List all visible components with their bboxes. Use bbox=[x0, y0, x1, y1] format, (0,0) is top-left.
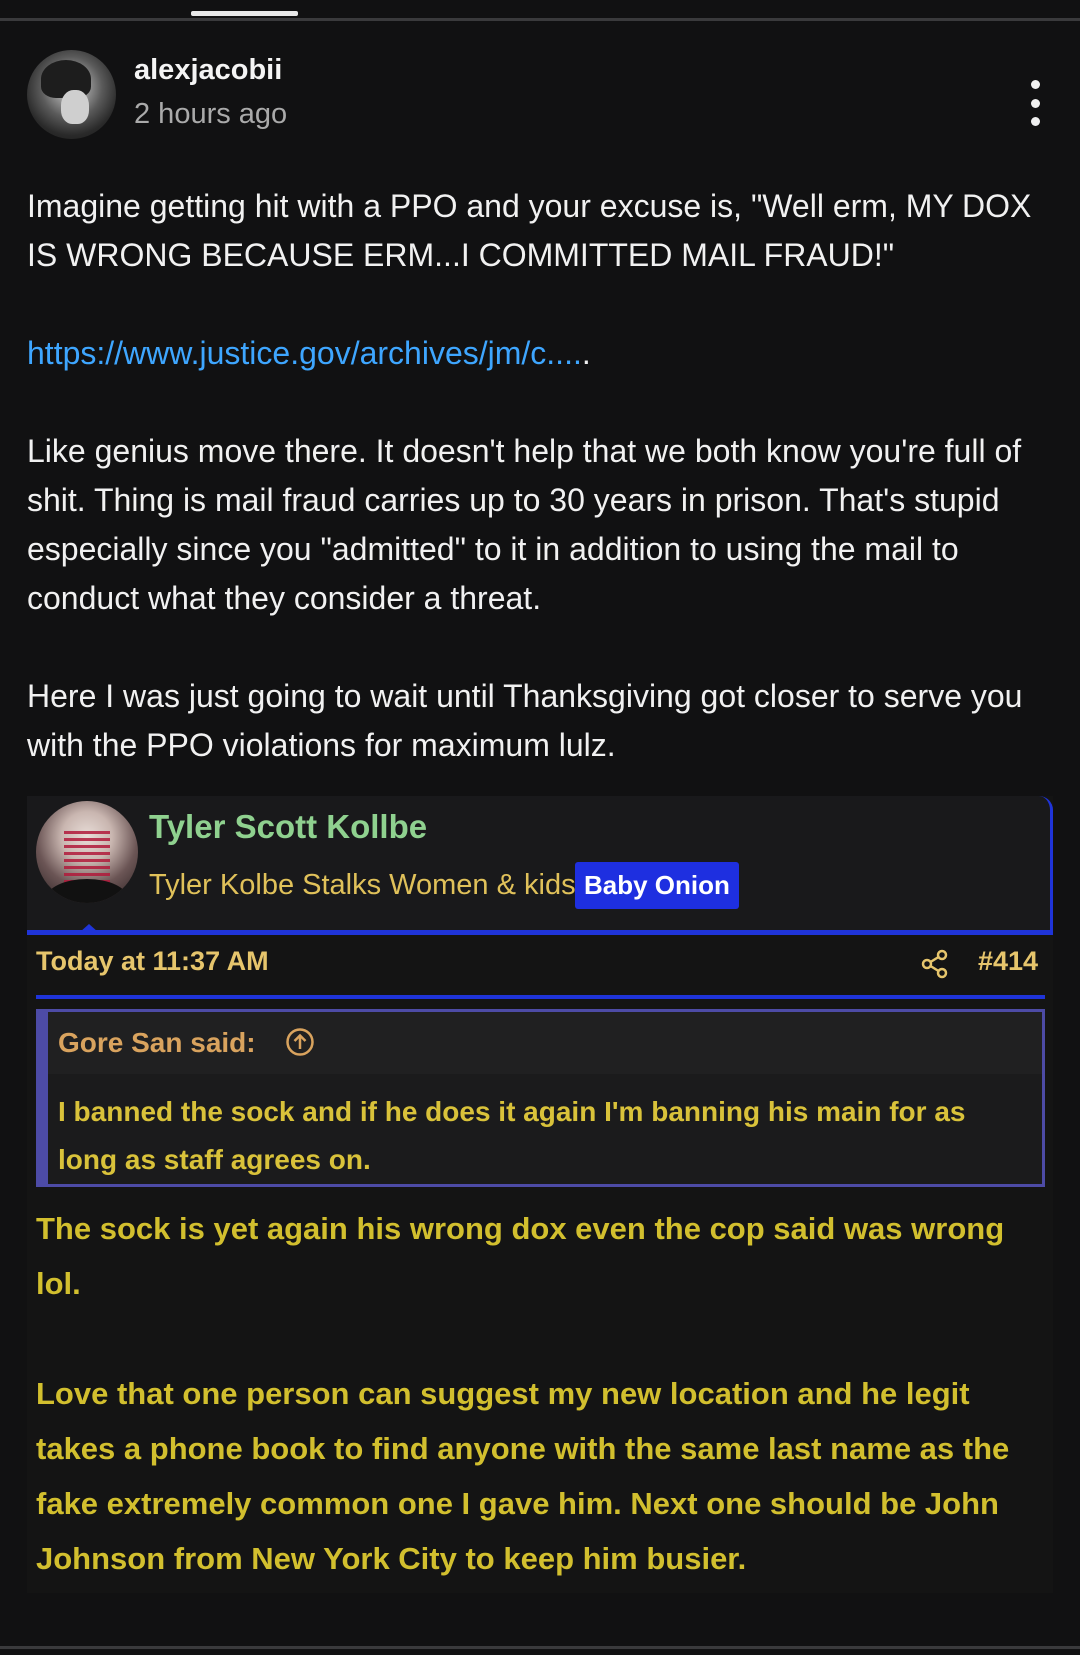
embed-avatar bbox=[36, 801, 138, 903]
embedded-screenshot[interactable]: Tyler Scott Kollbe Tyler Kolbe Stalks Wo… bbox=[27, 796, 1053, 1593]
post-link-line: https://www.justice.gov/archives/jm/c...… bbox=[27, 335, 591, 371]
embed-username: Tyler Scott Kollbe bbox=[149, 808, 428, 845]
quote-block: Gore San said: I banned the sock and if … bbox=[36, 1009, 1045, 1187]
embed-post-number: #414 bbox=[978, 946, 1039, 976]
reply-paragraph: Love that one person can suggest my new … bbox=[36, 1376, 1010, 1576]
embed-caret bbox=[80, 924, 98, 932]
quote-author: Gore San said: bbox=[58, 1027, 256, 1058]
post-link[interactable]: https://www.justice.gov/archives/jm/c...… bbox=[27, 335, 582, 371]
post-paragraph: Here I was just going to wait until Than… bbox=[27, 678, 1023, 763]
embed-reply-body: The sock is yet again his wrong dox even… bbox=[36, 1201, 1046, 1586]
post-paragraph: Imagine getting hit with a PPO and your … bbox=[27, 188, 1032, 273]
embed-user-title: Tyler Kolbe Stalks Women & kids. bbox=[149, 869, 584, 901]
post-timestamp: 2 hours ago bbox=[134, 98, 288, 130]
post-paragraph: Like genius move there. It doesn't help … bbox=[27, 433, 1022, 616]
embed-post-time: Today at 11:37 AM bbox=[36, 946, 269, 976]
quote-text: I banned the sock and if he does it agai… bbox=[58, 1096, 966, 1175]
more-vertical-icon bbox=[1030, 80, 1040, 89]
embed-header-divider bbox=[27, 930, 1053, 935]
embed-user-badge: Baby Onion bbox=[575, 862, 739, 909]
share-icon bbox=[921, 949, 948, 979]
bottom-divider bbox=[0, 1646, 1080, 1649]
quote-header: Gore San said: bbox=[48, 1012, 1042, 1074]
reply-paragraph: The sock is yet again his wrong dox even… bbox=[36, 1211, 1005, 1301]
author-avatar[interactable] bbox=[27, 50, 116, 139]
author-name[interactable]: alexjacobii bbox=[134, 54, 282, 87]
post-body: Imagine getting hit with a PPO and your … bbox=[27, 182, 1057, 770]
tab-divider bbox=[0, 18, 1080, 21]
active-tab-indicator bbox=[191, 11, 298, 16]
more-options-button[interactable] bbox=[1020, 80, 1050, 126]
embed-divider bbox=[36, 995, 1045, 999]
embed-user-header: Tyler Scott Kollbe Tyler Kolbe Stalks Wo… bbox=[27, 796, 1053, 934]
arrow-up-circle-icon bbox=[286, 1028, 314, 1056]
